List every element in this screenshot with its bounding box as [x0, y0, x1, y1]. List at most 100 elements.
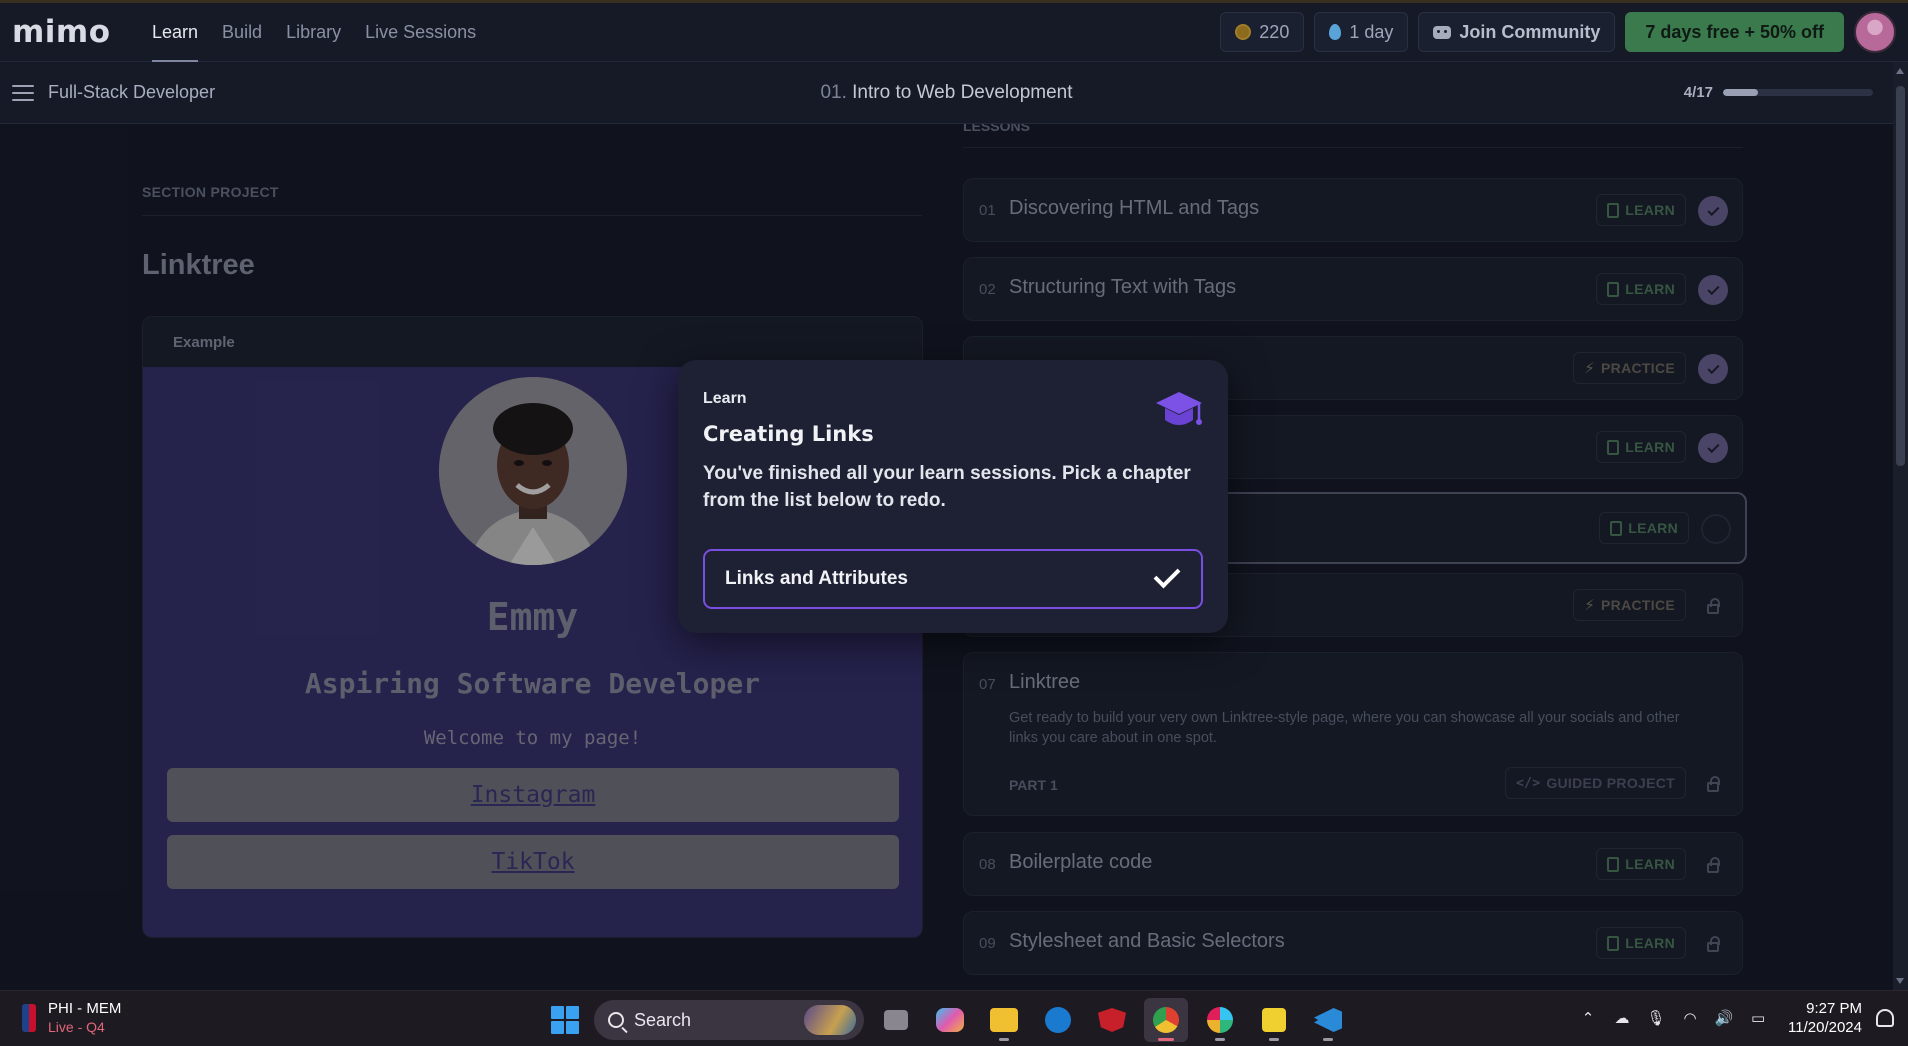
graduation-cap-icon	[1156, 392, 1202, 425]
clock-date: 11/20/2024	[1788, 1019, 1862, 1036]
join-community-button[interactable]: Join Community	[1418, 12, 1616, 52]
lesson-number: 01	[979, 202, 996, 219]
instagram-link[interactable]: Instagram	[167, 768, 899, 822]
popover-title: Creating Links	[703, 422, 874, 446]
lock-icon	[1698, 769, 1728, 799]
nav-learn[interactable]: Learn	[140, 3, 210, 62]
lesson-row[interactable]: 01 Discovering HTML and Tags LEARN	[963, 178, 1743, 242]
lesson-description: Get ready to build your very own Linktre…	[1009, 710, 1680, 746]
book-icon	[1607, 856, 1620, 872]
lesson-row[interactable]: 08 Boilerplate code LEARN	[963, 832, 1743, 896]
nav-library[interactable]: Library	[274, 3, 353, 61]
scrollbar-thumb[interactable]	[1896, 86, 1905, 466]
completed-check-icon	[1698, 354, 1728, 384]
learn-badge: LEARN	[1596, 273, 1686, 305]
coins-count: 220	[1259, 21, 1290, 42]
mcafee-icon[interactable]	[1090, 998, 1134, 1042]
news-subtitle: Live - Q4	[48, 1019, 105, 1035]
lesson-row[interactable]: 09 Stylesheet and Basic Selectors LEARN	[963, 911, 1743, 975]
badge-label: LEARN	[1625, 281, 1675, 297]
microphone-icon[interactable]: 🎙	[1646, 1008, 1666, 1028]
news-widget[interactable]: PHI - MEM Live - Q4	[22, 1000, 121, 1035]
chrome-icon[interactable]	[1144, 998, 1188, 1042]
lesson-title: Stylesheet and Basic Selectors	[1009, 930, 1285, 952]
bolt-icon: ⚡	[1584, 360, 1596, 377]
check-icon	[1153, 561, 1181, 589]
coin-icon	[1235, 24, 1252, 40]
page-scrollbar[interactable]	[1893, 62, 1908, 990]
book-icon	[1607, 281, 1620, 297]
scroll-up-arrow-icon[interactable]	[1896, 68, 1904, 74]
nav-build[interactable]: Build	[210, 3, 274, 61]
badge-label: LEARN	[1625, 202, 1675, 218]
volume-icon[interactable]: 🔊	[1714, 1008, 1734, 1028]
profile-welcome: Welcome to my page!	[423, 727, 642, 749]
lesson-title: Boilerplate code	[1009, 851, 1153, 873]
top-right-actions: 220 1 day Join Community 7 days free + 5…	[1220, 11, 1896, 53]
streak-chip[interactable]: 1 day	[1314, 12, 1409, 52]
lesson-row[interactable]: 02 Structuring Text with Tags LEARN	[963, 257, 1743, 321]
project-title: Linktree	[142, 249, 255, 281]
lesson-popover: Learn Creating Links You've finished all…	[678, 360, 1228, 633]
tiktok-link[interactable]: TikTok	[167, 835, 899, 889]
streak-count: 1 day	[1349, 21, 1394, 42]
code-icon: </>	[1515, 775, 1541, 791]
user-avatar[interactable]	[1854, 11, 1896, 53]
copilot-icon[interactable]	[928, 998, 972, 1042]
lesson-project[interactable]: 07 Linktree Get ready to build your very…	[963, 652, 1743, 816]
course-title[interactable]: Full-Stack Developer	[48, 82, 215, 103]
book-icon	[1610, 520, 1623, 536]
learn-badge: LEARN	[1596, 431, 1686, 463]
wifi-icon[interactable]: ◠	[1680, 1008, 1700, 1028]
divider	[963, 147, 1743, 148]
search-icon	[608, 1012, 624, 1028]
section-label: SECTION PROJECT	[142, 184, 279, 200]
divider	[142, 215, 922, 216]
slack-icon[interactable]	[1198, 998, 1242, 1042]
menu-icon[interactable]	[12, 84, 34, 101]
book-icon	[1607, 935, 1620, 951]
progress-fill	[1723, 89, 1759, 96]
bolt-icon: ⚡	[1584, 597, 1596, 614]
profile-subtitle: Aspiring Software Developer	[304, 667, 761, 700]
incomplete-circle-icon	[1701, 514, 1731, 544]
windows-taskbar: PHI - MEM Live - Q4 Search ⌃ ☁ 🎙 ◠ 🔊 ▭ 9…	[0, 990, 1908, 1046]
task-view-icon[interactable]	[874, 998, 918, 1042]
completed-check-icon	[1698, 275, 1728, 305]
nav-live-sessions[interactable]: Live Sessions	[353, 3, 488, 61]
badge-label: LEARN	[1625, 935, 1675, 951]
chapter-option-links-and-attributes[interactable]: Links and Attributes	[703, 549, 1203, 609]
learn-badge: LEARN	[1596, 927, 1686, 959]
taskbar-apps: Search	[546, 998, 1350, 1042]
chevron-up-icon[interactable]: ⌃	[1578, 1008, 1598, 1028]
search-label: Search	[634, 1009, 692, 1030]
badge-label: PRACTICE	[1601, 597, 1675, 613]
scroll-down-arrow-icon[interactable]	[1896, 978, 1904, 984]
learn-badge: LEARN	[1599, 512, 1689, 544]
completed-check-icon	[1698, 196, 1728, 226]
taskbar-search[interactable]: Search	[594, 1000, 864, 1040]
chapter-name: Intro to Web Development	[852, 81, 1073, 103]
system-clock[interactable]: 9:27 PM 11/20/2024	[1788, 999, 1862, 1037]
mimo-logo[interactable]: mimo	[12, 14, 116, 50]
chapter-progress: 4/17	[1684, 84, 1873, 101]
clock-time: 9:27 PM	[1806, 1000, 1862, 1017]
practice-badge: ⚡ PRACTICE	[1573, 352, 1686, 384]
vscode-icon[interactable]	[1306, 998, 1350, 1042]
battery-icon[interactable]: ▭	[1748, 1008, 1768, 1028]
popover-description: You've finished all your learn sessions.…	[703, 463, 1191, 511]
chapter-title: 01. Intro to Web Development	[0, 82, 1893, 104]
promo-button[interactable]: 7 days free + 50% off	[1625, 12, 1844, 52]
lock-icon	[1698, 591, 1728, 621]
sticky-notes-icon[interactable]	[1252, 998, 1296, 1042]
notification-bell-icon[interactable]	[1876, 1009, 1894, 1027]
lesson-number: 08	[979, 856, 996, 873]
coins-chip[interactable]: 220	[1220, 12, 1305, 52]
file-explorer-icon[interactable]	[982, 998, 1026, 1042]
lesson-number: 09	[979, 935, 996, 952]
onedrive-cloud-icon[interactable]: ☁	[1612, 1008, 1632, 1028]
windows-start-icon[interactable]	[546, 1001, 584, 1039]
dell-icon[interactable]	[1036, 998, 1080, 1042]
join-community-label: Join Community	[1459, 21, 1601, 42]
profile-photo	[439, 377, 627, 565]
